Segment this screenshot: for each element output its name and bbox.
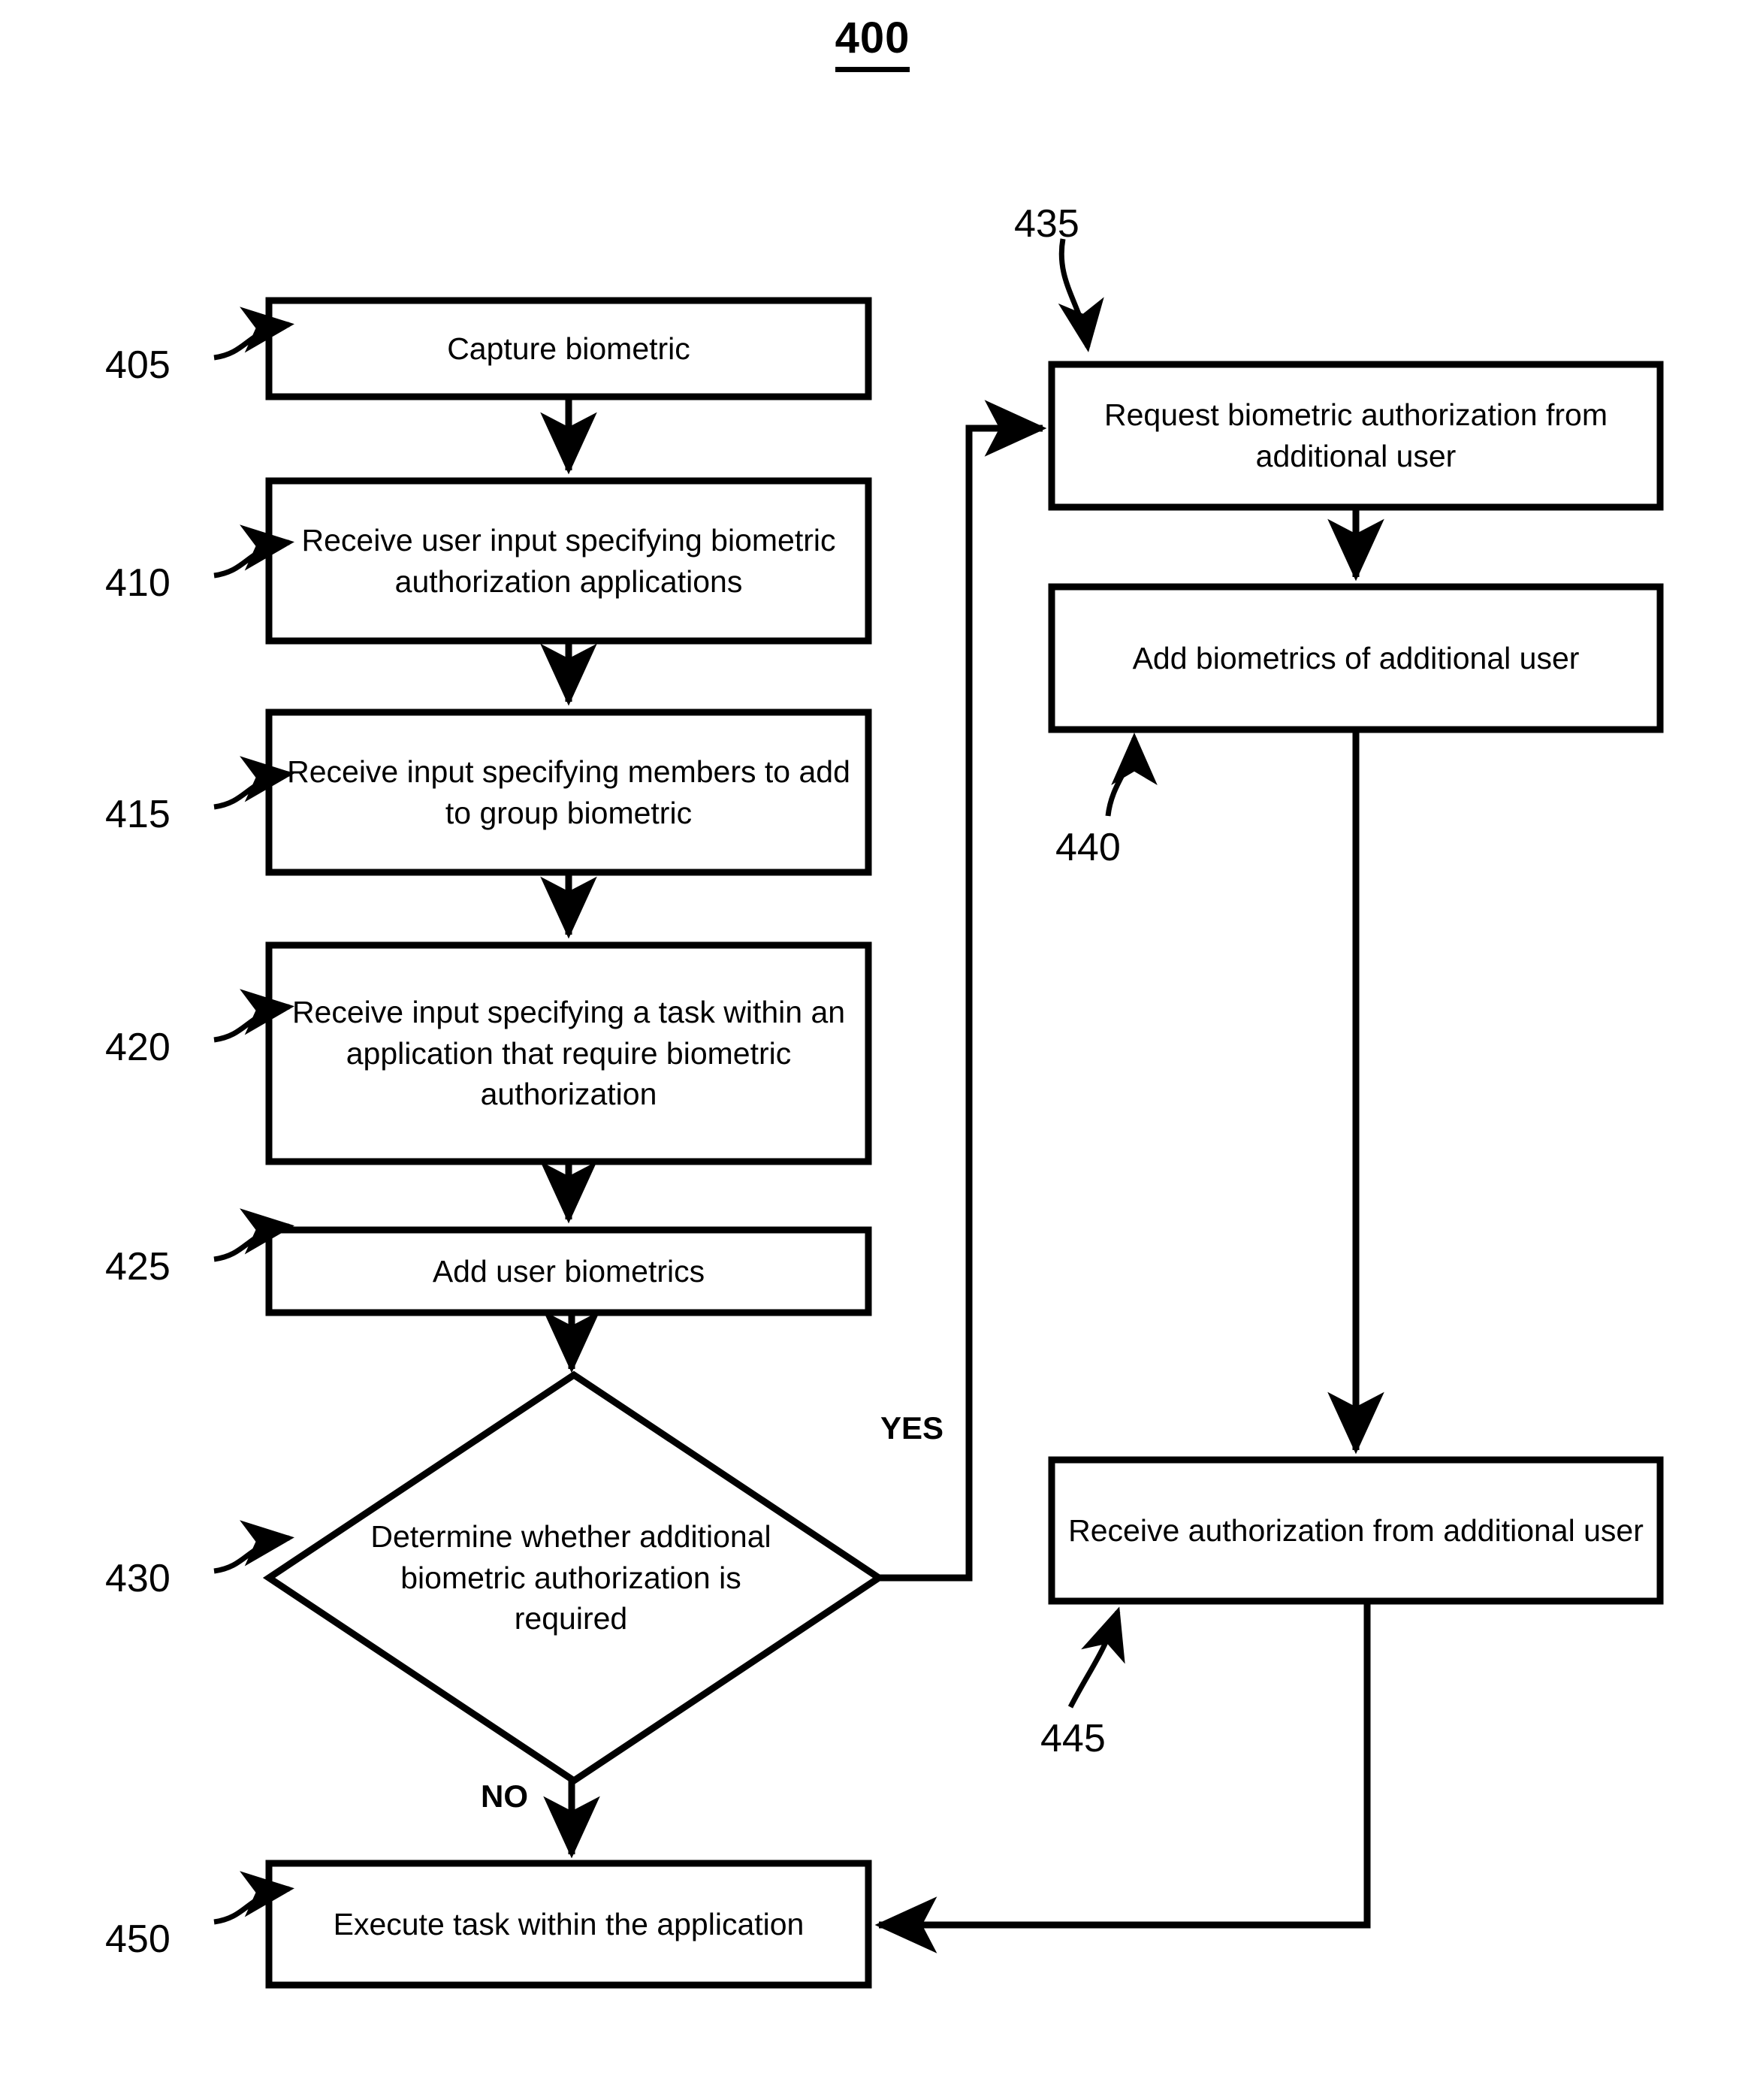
branch-label-no: NO — [481, 1778, 528, 1814]
leader-line-440 — [1105, 733, 1158, 817]
reference-numeral-440: 440 — [1055, 826, 1121, 869]
leader-line-445 — [1067, 1606, 1125, 1709]
node-shape-435 — [1048, 361, 1664, 511]
reference-numeral-445: 445 — [1040, 1717, 1106, 1760]
branch-label-yes: YES — [880, 1410, 944, 1446]
connector-430-435-yes — [879, 400, 1047, 1582]
node-shape-420 — [265, 941, 872, 1165]
node-shape-440 — [1048, 583, 1664, 733]
node-shape-415 — [265, 709, 872, 876]
flowchart-graphics — [213, 238, 1664, 1989]
reference-numeral-420: 420 — [105, 1026, 171, 1069]
leader-line-435 — [1058, 238, 1104, 352]
node-shape-410 — [265, 477, 872, 645]
reference-numeral-435: 435 — [1014, 202, 1079, 246]
reference-numeral-410: 410 — [105, 561, 171, 605]
node-shape-425 — [265, 1226, 872, 1316]
leader-line-430 — [213, 1520, 294, 1574]
node-shape-430 — [262, 1370, 886, 1785]
node-shape-450 — [265, 1860, 872, 1989]
connector-445-450 — [874, 1601, 1371, 1953]
reference-numeral-450: 450 — [105, 1917, 171, 1961]
figure-canvas: 400 Capture biometric Receive user input… — [0, 0, 1745, 2100]
node-shape-405 — [265, 297, 872, 400]
reference-numeral-415: 415 — [105, 793, 171, 836]
reference-numeral-430: 430 — [105, 1557, 171, 1600]
node-shape-445 — [1048, 1456, 1664, 1605]
reference-numeral-425: 425 — [105, 1245, 171, 1289]
reference-numeral-405: 405 — [105, 343, 171, 387]
